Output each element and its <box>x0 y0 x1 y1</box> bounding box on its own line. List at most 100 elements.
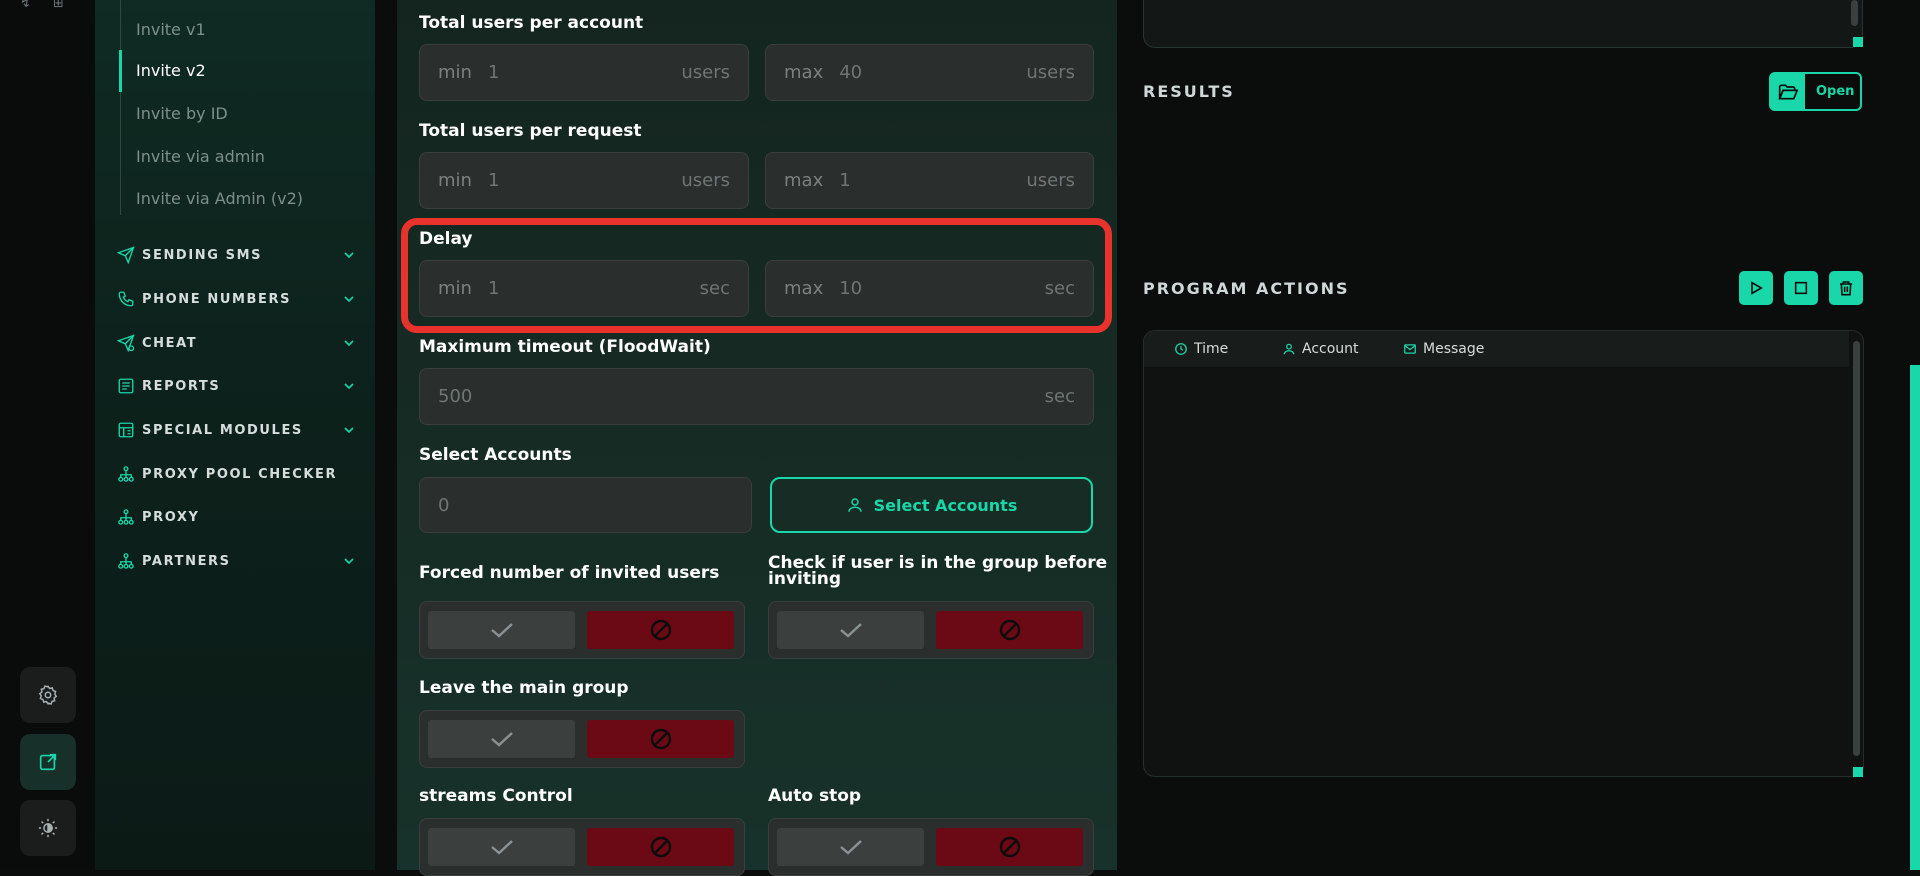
sidebar-item-label: PROXY POOL CHECKER <box>142 466 338 482</box>
streams-control-off-button[interactable] <box>587 828 734 866</box>
sidebar-item-label: PROXY <box>142 509 200 525</box>
external-link-button[interactable] <box>20 734 76 790</box>
check-icon <box>490 732 513 747</box>
program-actions-title: PROGRAM ACTIONS <box>1143 279 1350 298</box>
network-icon <box>117 465 135 483</box>
window-icon[interactable]: ⊞ <box>53 0 64 11</box>
actions-scrollbar[interactable] <box>1853 341 1860 756</box>
top-log-box <box>1143 0 1863 48</box>
checklist-icon[interactable]: ↯ <box>20 0 31 11</box>
accounts-count-input[interactable]: 0 <box>419 477 752 533</box>
user-icon <box>1283 343 1295 355</box>
forced-number-off-button[interactable] <box>587 611 734 649</box>
external-link-icon <box>39 753 57 771</box>
top-box-scrollbar[interactable] <box>1851 0 1858 26</box>
page-scrollbar[interactable] <box>1910 365 1920 870</box>
users-per-request-min-input[interactable]: min 1 users <box>419 152 749 209</box>
leave-group-on-button[interactable] <box>428 720 575 758</box>
trash-icon <box>1840 281 1852 296</box>
sidebar-item-invite-via-admin[interactable]: Invite via admin <box>136 147 265 166</box>
stop-button[interactable] <box>1784 271 1818 305</box>
sidebar: Invite v1 Invite v2 Invite by ID Invite … <box>95 0 375 870</box>
ban-icon <box>650 619 671 641</box>
select-accounts-button[interactable]: Select Accounts <box>770 477 1093 533</box>
leave-group-off-button[interactable] <box>587 720 734 758</box>
theme-toggle-button[interactable] <box>20 800 76 856</box>
sidebar-item-invite-v2[interactable]: Invite v2 <box>136 61 206 80</box>
sidebar-item-sending-sms[interactable]: SENDING SMS <box>117 243 357 267</box>
check-icon <box>839 840 862 855</box>
chevron-down-icon <box>344 252 354 259</box>
network-icon <box>117 508 135 526</box>
streams-control-on-button[interactable] <box>428 828 575 866</box>
check-icon <box>490 623 513 638</box>
auto-stop-on-button[interactable] <box>777 828 924 866</box>
settings-button[interactable] <box>20 667 76 723</box>
resize-handle[interactable] <box>1853 767 1863 777</box>
chevron-down-icon <box>344 383 354 390</box>
sidebar-item-label: PHONE NUMBERS <box>142 291 292 307</box>
cheat-icon <box>117 334 135 352</box>
chevron-down-icon <box>344 427 354 434</box>
sidebar-item-special-modules[interactable]: SPECIAL MODULES <box>117 418 357 442</box>
ban-icon <box>999 619 1020 641</box>
streams-control-label: streams Control <box>419 786 573 806</box>
users-per-request-max-input[interactable]: max 1 users <box>765 152 1094 209</box>
select-accounts-label: Select Accounts <box>419 445 572 465</box>
network-icon <box>117 552 135 570</box>
stop-icon <box>1794 281 1808 295</box>
sidebar-item-phone-numbers[interactable]: PHONE NUMBERS <box>117 287 357 311</box>
auto-stop-toggle <box>768 818 1094 876</box>
sidebar-item-proxy-pool-checker[interactable]: PROXY POOL CHECKER <box>117 462 357 486</box>
users-per-account-min-input[interactable]: min 1 users <box>419 44 749 101</box>
sidebar-item-invite-via-admin-v2[interactable]: Invite via Admin (v2) <box>136 189 303 208</box>
table-header: Time Account Message <box>1144 331 1849 367</box>
forced-number-on-button[interactable] <box>428 611 575 649</box>
modules-icon <box>117 421 135 439</box>
check-user-off-button[interactable] <box>936 611 1083 649</box>
gear-icon <box>38 685 58 705</box>
sidebar-item-reports[interactable]: REPORTS <box>117 374 357 398</box>
rail-top-icons: ↯ ⊞ <box>20 0 64 11</box>
check-icon <box>839 623 862 638</box>
check-user-label: Check if user is in the group before inv… <box>768 553 1108 589</box>
streams-control-toggle <box>419 818 745 876</box>
timeout-input[interactable]: 500 sec <box>419 368 1094 425</box>
sidebar-item-label: CHEAT <box>142 335 198 351</box>
sidebar-item-label: SPECIAL MODULES <box>142 422 303 438</box>
report-icon <box>117 377 135 395</box>
resize-handle[interactable] <box>1853 37 1863 47</box>
sidebar-item-invite-by-id[interactable]: Invite by ID <box>136 104 228 123</box>
play-icon <box>1751 281 1763 295</box>
folder-open-icon <box>1771 74 1805 109</box>
start-button[interactable] <box>1739 271 1773 305</box>
leave-group-label: Leave the main group <box>419 678 629 698</box>
sidebar-item-partners[interactable]: PARTNERS <box>117 549 357 573</box>
sidebar-item-invite-v1[interactable]: Invite v1 <box>136 20 206 39</box>
check-user-on-button[interactable] <box>777 611 924 649</box>
auto-stop-off-button[interactable] <box>936 828 1083 866</box>
sidebar-item-proxy[interactable]: PROXY <box>117 505 357 529</box>
forced-number-toggle <box>419 601 745 659</box>
check-user-toggle <box>768 601 1094 659</box>
timeout-label: Maximum timeout (FloodWait) <box>419 337 711 357</box>
sidebar-item-label: REPORTS <box>142 378 221 394</box>
chevron-down-icon <box>344 340 354 347</box>
users-per-account-max-input[interactable]: max 40 users <box>765 44 1094 101</box>
open-results-button[interactable]: Open <box>1769 72 1862 111</box>
users-per-request-label: Total users per request <box>419 121 642 141</box>
program-actions-table: Time Account Message <box>1143 330 1864 777</box>
submenu-line <box>120 0 121 215</box>
sidebar-item-cheat[interactable]: CHEAT <box>117 331 357 355</box>
clock-icon <box>1175 343 1187 355</box>
clear-button[interactable] <box>1829 271 1863 305</box>
users-per-account-label: Total users per account <box>419 13 644 33</box>
phone-icon <box>117 290 135 308</box>
ban-icon <box>650 728 671 750</box>
user-icon <box>847 498 862 512</box>
column-account: Account <box>1282 341 1359 357</box>
sidebar-item-label: SENDING SMS <box>142 247 263 263</box>
check-icon <box>490 840 513 855</box>
forced-number-label: Forced number of invited users <box>419 563 720 583</box>
chevron-down-icon <box>344 558 354 565</box>
